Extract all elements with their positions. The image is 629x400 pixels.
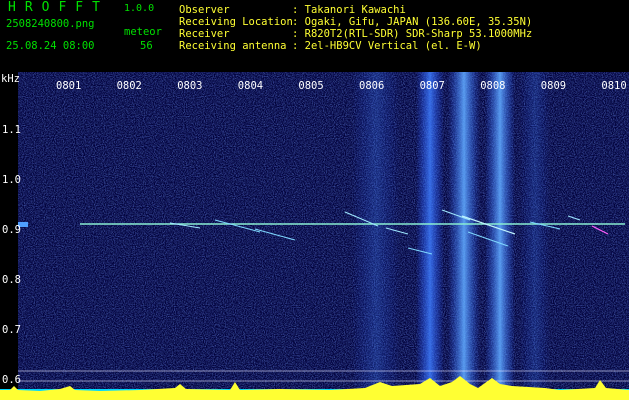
spectrogram-plot xyxy=(0,72,629,400)
frequency-tick-label: 0.7 xyxy=(2,324,21,336)
time-tick-label: 0807 xyxy=(419,80,445,92)
time-tick-label: 0804 xyxy=(237,80,264,92)
frequency-unit-label: kHz xyxy=(1,73,20,85)
spectrogram-speckles xyxy=(18,72,629,392)
header-panel: HROFFT 1.0.0 2508240800.png meteor 25.08… xyxy=(0,0,629,72)
frequency-tick-label: 1.0 xyxy=(2,174,21,186)
filename-label: 2508240800.png xyxy=(6,18,95,30)
time-tick-label: 0801 xyxy=(56,80,82,92)
frequency-tick-label: 0.8 xyxy=(2,274,21,286)
meteor-label: meteor xyxy=(124,26,162,38)
time-tick-label: 0810 xyxy=(601,80,627,92)
time-tick-label: 0802 xyxy=(116,80,142,92)
station-info-labels: Observer Receiving Location Receiver Rec… xyxy=(179,4,293,52)
datetime-label: 25.08.24 08:00 xyxy=(6,40,95,52)
meteor-count: 56 xyxy=(140,40,153,52)
station-info-values: : Takanori Kawachi : Ogaki, Gifu, JAPAN … xyxy=(292,4,533,52)
time-tick-label: 0809 xyxy=(540,80,567,92)
app-name: HROFFT xyxy=(8,0,109,15)
time-tick-label: 0805 xyxy=(298,80,324,92)
frequency-tick-label: 1.1 xyxy=(2,124,21,136)
frequency-tick-label: 0.9 xyxy=(2,224,21,236)
app-version: 1.0.0 xyxy=(124,3,155,14)
frequency-tick-label: 0.6 xyxy=(2,374,21,386)
time-tick-label: 0808 xyxy=(480,80,506,92)
time-tick-label: 0806 xyxy=(359,80,385,92)
time-tick-label: 0803 xyxy=(177,80,203,92)
